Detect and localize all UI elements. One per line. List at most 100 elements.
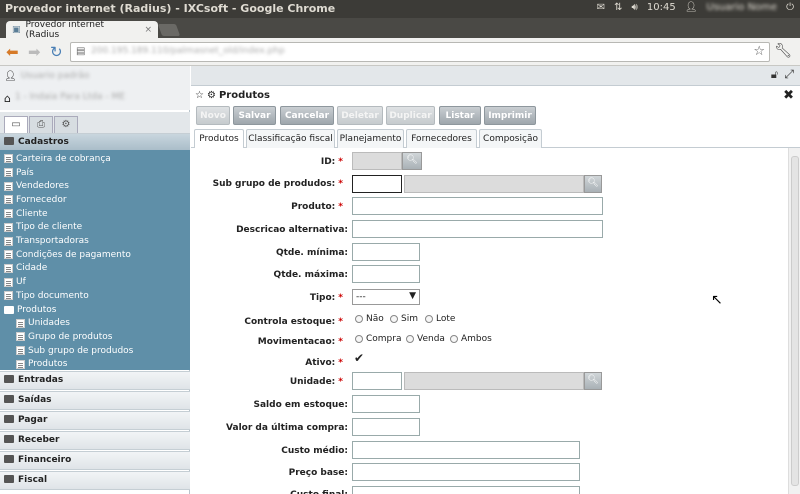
tab-produtos[interactable]: Produtos bbox=[194, 129, 244, 149]
folder-icon bbox=[4, 137, 14, 145]
power-icon[interactable]: ⏻ bbox=[786, 2, 794, 13]
tree-item-sub-grupo[interactable]: Sub grupo de produdos bbox=[16, 344, 133, 358]
tree-item-vendedores[interactable]: Vendedores bbox=[4, 179, 69, 193]
valor-ultima-compra-input[interactable] bbox=[352, 418, 420, 436]
window-tab-icon[interactable]: ▭ bbox=[4, 116, 28, 134]
scroll-thumb[interactable] bbox=[791, 156, 799, 486]
radio-label: Lote bbox=[436, 314, 456, 324]
tree-item-tipo-cliente[interactable]: Tipo de cliente bbox=[4, 221, 82, 235]
listar-button[interactable]: Listar bbox=[439, 106, 481, 125]
unidade-search-icon[interactable]: 🔍︎ bbox=[584, 372, 602, 390]
deletar-button[interactable]: Deletar bbox=[337, 106, 383, 125]
section-receber[interactable]: Receber bbox=[0, 431, 190, 450]
produto-input[interactable] bbox=[352, 197, 603, 215]
tree-item-fornecedor[interactable]: Fornecedor bbox=[4, 193, 67, 207]
radio-label: Compra bbox=[366, 334, 402, 344]
qtde-maxima-input[interactable] bbox=[352, 265, 420, 283]
tree-item-pais[interactable]: País bbox=[4, 166, 34, 180]
ativo-checkbox[interactable]: ✔ bbox=[354, 351, 364, 365]
section-pagar[interactable]: Pagar bbox=[0, 411, 190, 430]
tab-planejamento[interactable]: Planejamento bbox=[337, 129, 404, 148]
browser-toolbar: ⬅ ➡ ↻ ▤ 200.195.189.110/palmasnet_old/in… bbox=[0, 38, 800, 66]
back-icon[interactable]: ⬅ bbox=[6, 43, 19, 61]
radio-compra[interactable]: Compra bbox=[355, 334, 402, 344]
tree-item-cliente[interactable]: Cliente bbox=[4, 207, 48, 221]
tab-fornecedores[interactable]: Fornecedores bbox=[406, 129, 477, 148]
form-scrollbar[interactable] bbox=[788, 148, 800, 494]
tree-item-condicoes[interactable]: Condições de pagamento bbox=[4, 248, 131, 262]
tree-item-unidades[interactable]: Unidades bbox=[16, 316, 70, 330]
tab-composicao[interactable]: Composição bbox=[479, 129, 542, 148]
reload-icon[interactable]: ↻ bbox=[50, 43, 63, 61]
star-icon[interactable]: ☆ bbox=[195, 90, 204, 101]
company-row[interactable]: ⌂ 1 - Indaia Para Ltda - ME bbox=[0, 88, 190, 110]
tree-item-uf[interactable]: Uf bbox=[4, 275, 26, 289]
custo-final-input[interactable] bbox=[352, 486, 580, 494]
settings-icon[interactable]: ⚙ bbox=[207, 90, 216, 101]
section-label: Saídas bbox=[18, 395, 52, 405]
tab-classificacao-fiscal[interactable]: Classificação fiscal bbox=[246, 129, 335, 148]
tree-folder-produtos[interactable]: Produtos bbox=[4, 303, 56, 317]
custo-medio-input[interactable] bbox=[352, 441, 580, 459]
close-window-icon[interactable]: ✖ bbox=[783, 88, 794, 103]
saldo-input[interactable] bbox=[352, 395, 420, 413]
tab-close-icon[interactable]: × bbox=[144, 25, 152, 35]
custo-final-label: Custo final: bbox=[191, 490, 348, 494]
tree-item-tipo-documento[interactable]: Tipo documento bbox=[4, 289, 89, 303]
section-saidas[interactable]: Saídas bbox=[0, 391, 190, 410]
radio-ambos[interactable]: Ambos bbox=[450, 334, 492, 344]
tipo-select[interactable]: --- ▼ bbox=[352, 289, 420, 305]
new-tab-button[interactable] bbox=[157, 24, 181, 36]
subgrupo-code-input[interactable] bbox=[352, 175, 402, 193]
tree-item-grupo-produtos[interactable]: Grupo de produtos bbox=[16, 330, 112, 344]
browser-tab[interactable]: ▣ Provedor internet (Radius × bbox=[6, 20, 158, 40]
unidade-code-input[interactable] bbox=[352, 372, 402, 390]
open-folder-icon bbox=[4, 305, 14, 314]
required-mark: * bbox=[338, 317, 343, 327]
label-text: Sub grupo de produdos: bbox=[212, 179, 336, 189]
forward-icon[interactable]: ➡ bbox=[28, 43, 41, 61]
tree-item-produtos[interactable]: Produtos bbox=[16, 358, 67, 372]
radio-nao[interactable]: Não bbox=[355, 314, 384, 324]
section-entradas[interactable]: Entradas bbox=[0, 371, 190, 390]
bookmark-star-icon[interactable]: ☆ bbox=[753, 44, 765, 59]
radio-sim[interactable]: Sim bbox=[390, 314, 418, 324]
duplicar-button[interactable]: Duplicar bbox=[386, 106, 435, 125]
qtde-minima-input[interactable] bbox=[352, 243, 420, 261]
clock[interactable]: 10:45 bbox=[647, 2, 676, 13]
descricao-input[interactable] bbox=[352, 220, 603, 238]
unlock-icon[interactable]: 🔓︎ bbox=[771, 68, 778, 82]
tree-item-label: Condições de pagamento bbox=[16, 249, 131, 260]
wrench-icon[interactable]: 🔧︎ bbox=[774, 43, 792, 59]
section-financeiro[interactable]: Financeiro bbox=[0, 451, 190, 470]
product-form: ID: * 🔍︎ Sub grupo de produdos: * 🔍︎ Produ… bbox=[191, 148, 788, 494]
tray-user-name[interactable]: Usuario Nome bbox=[706, 2, 777, 13]
section-label: Cadastros bbox=[18, 137, 69, 147]
volume-icon[interactable]: 🔊︎ bbox=[632, 2, 638, 13]
subgrupo-search-icon[interactable]: 🔍︎ bbox=[584, 175, 602, 193]
dropdown-arrow-icon: ▼ bbox=[409, 291, 416, 301]
maximize-icon[interactable]: ⤢ bbox=[784, 67, 794, 82]
gear-tab-icon[interactable]: ⚙ bbox=[54, 116, 78, 134]
tree-item-transportadoras[interactable]: Transportadoras bbox=[4, 234, 89, 248]
id-input[interactable] bbox=[352, 152, 402, 170]
preco-base-input[interactable] bbox=[352, 463, 580, 481]
tree-item-cidade[interactable]: Cidade bbox=[4, 262, 47, 276]
imprimir-button[interactable]: Imprimir bbox=[484, 106, 536, 125]
section-fiscal[interactable]: Fiscal bbox=[0, 471, 190, 490]
print-tab-icon[interactable]: ⎙ bbox=[29, 116, 53, 134]
network-icon[interactable]: ⇅ bbox=[614, 2, 622, 13]
window-title-bar: ☆ ⚙ Produtos ✖ bbox=[191, 86, 800, 106]
salvar-button[interactable]: Salvar bbox=[233, 106, 276, 125]
address-bar[interactable]: ▤ 200.195.189.110/palmasnet_old/index.ph… bbox=[70, 42, 770, 62]
id-search-icon[interactable]: 🔍︎ bbox=[402, 152, 422, 170]
radio-venda[interactable]: Venda bbox=[406, 334, 445, 344]
cancelar-button[interactable]: Cancelar bbox=[280, 106, 334, 125]
company-name: 1 - Indaia Para Ltda - ME bbox=[14, 92, 125, 102]
tree-item-carteira[interactable]: Carteira de cobrança bbox=[4, 152, 111, 166]
user-icon[interactable]: 👤︎ bbox=[685, 2, 698, 13]
novo-button[interactable]: Novo bbox=[196, 106, 230, 125]
radio-icon bbox=[355, 335, 363, 343]
radio-lote[interactable]: Lote bbox=[425, 314, 455, 324]
mail-icon[interactable]: ✉ bbox=[597, 2, 605, 13]
